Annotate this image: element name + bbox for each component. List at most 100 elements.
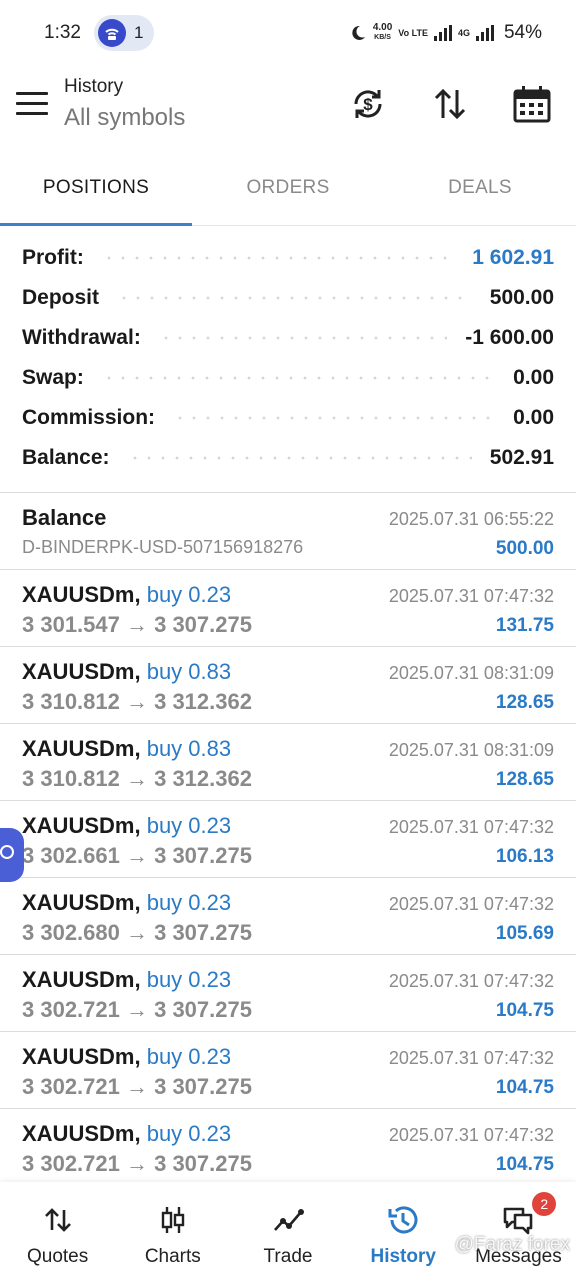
notification-count: 1 — [134, 23, 144, 42]
deal-prices: 3 310.812 → 3 312.362 — [22, 766, 252, 791]
nav-charts[interactable]: Charts — [115, 1182, 230, 1280]
entry-time: 2025.07.31 06:55:22 — [388, 509, 554, 529]
tab-deals[interactable]: DEALS — [384, 150, 576, 225]
deal-time: 2025.07.31 07:47:32 — [388, 971, 554, 991]
nav-label: Quotes — [26, 1246, 89, 1267]
entry-amount: 500.00 — [495, 538, 554, 559]
summary-profit: Profit: 1 602.91 — [0, 238, 576, 278]
deal-symbol: XAUUSDm, — [22, 1044, 141, 1069]
deal-prices: 3 310.812 → 3 312.362 — [22, 689, 252, 714]
summary-value: 0.00 — [503, 366, 554, 390]
deal-prices: 3 302.721 → 3 307.275 — [22, 1074, 252, 1099]
messages-badge: 2 — [532, 1192, 557, 1216]
summary-value: 0.00 — [503, 406, 554, 430]
currency-exchange-icon[interactable]: $ — [348, 84, 388, 124]
network-speed: 4.00 KB/S — [372, 22, 393, 42]
notification-pill[interactable]: 1 — [94, 15, 154, 51]
deal-side: buy 0.83 — [146, 736, 232, 761]
deal-side: buy 0.23 — [146, 813, 232, 838]
deal-profit: 104.75 — [495, 1000, 554, 1021]
tab-positions[interactable]: POSITIONS — [0, 150, 192, 226]
menu-icon[interactable] — [16, 92, 48, 118]
deal-side: buy 0.23 — [146, 582, 232, 607]
nav-label: Trade — [263, 1246, 313, 1267]
summary-label: Withdrawal: — [22, 326, 151, 350]
quotes-icon — [44, 1208, 71, 1232]
summary-value: 1 602.91 — [462, 246, 554, 270]
sort-icon[interactable] — [430, 84, 470, 124]
deal-row[interactable]: XAUUSDm, buy 0.83 3 310.812 → 3 312.362 … — [0, 724, 576, 801]
charts-icon — [161, 1207, 184, 1233]
deal-row[interactable]: XAUUSDm, buy 0.23 3 302.661 → 3 307.275 … — [0, 801, 576, 878]
deal-profit: 104.75 — [495, 1154, 554, 1175]
deal-row[interactable]: XAUUSDm, buy 0.23 3 302.721 → 3 307.275 … — [0, 1032, 576, 1109]
summary-value: -1 600.00 — [455, 326, 554, 350]
deal-profit: 105.69 — [495, 923, 554, 944]
status-bar: 1:32 1 4.00 KB/S Vo LTE 4G 54% — [0, 0, 576, 66]
deal-symbol: XAUUSDm, — [22, 736, 141, 761]
wifi-calling-icon — [98, 19, 126, 47]
page-title: History — [64, 76, 124, 97]
summary-label: Profit: — [22, 246, 94, 270]
deal-profit: 131.75 — [495, 615, 554, 636]
deal-profit: 128.65 — [495, 769, 554, 790]
summary-swap: Swap: 0.00 — [0, 358, 576, 398]
symbol-filter[interactable]: All symbols — [64, 104, 185, 132]
deal-prices: 3 302.661 → 3 307.275 — [22, 843, 252, 868]
nav-messages[interactable]: 2 Messages — [461, 1182, 576, 1280]
signal-icon-2 — [475, 25, 494, 41]
deal-side: buy 0.23 — [146, 967, 232, 992]
deal-symbol: XAUUSDm, — [22, 967, 141, 992]
deal-side: buy 0.23 — [146, 1121, 232, 1146]
history-icon — [388, 1206, 418, 1234]
summary-label: Commission: — [22, 406, 166, 430]
deal-profit: 106.13 — [495, 846, 554, 867]
deal-row[interactable]: XAUUSDm, buy 0.23 3 302.680 → 3 307.275 … — [0, 878, 576, 955]
deal-row[interactable]: XAUUSDm, buy 0.23 3 302.721 → 3 307.275 … — [0, 955, 576, 1032]
deal-prices: 3 302.680 → 3 307.275 — [22, 920, 252, 945]
deal-side: buy 0.83 — [146, 659, 232, 684]
nav-trade[interactable]: Trade — [230, 1182, 345, 1280]
deal-prices: 3 302.721 → 3 307.275 — [22, 997, 252, 1022]
status-indicators: 4.00 KB/S Vo LTE 4G 54% — [349, 20, 542, 46]
entry-title: Balance — [22, 505, 107, 530]
svg-text:$: $ — [363, 95, 373, 114]
history-tabs: POSITIONS ORDERS DEALS — [0, 150, 576, 226]
deal-time: 2025.07.31 08:31:09 — [388, 663, 554, 683]
summary-commission: Commission: 0.00 — [0, 398, 576, 438]
deal-row[interactable]: XAUUSDm, buy 0.23 3 302.721 → 3 307.275 … — [0, 1109, 576, 1186]
deal-time: 2025.07.31 07:47:32 — [388, 586, 554, 606]
deal-symbol: XAUUSDm, — [22, 1121, 141, 1146]
deal-row[interactable]: XAUUSDm, buy 0.23 3 301.547 → 3 307.275 … — [0, 570, 576, 647]
deal-symbol: XAUUSDm, — [22, 659, 141, 684]
summary-value: 502.91 — [479, 446, 554, 470]
deal-row[interactable]: XAUUSDm, buy 0.83 3 310.812 → 3 312.362 … — [0, 647, 576, 724]
summary-label: Swap: — [22, 366, 94, 390]
trade-icon — [274, 1209, 304, 1231]
nav-label: Charts — [144, 1246, 201, 1267]
messages-icon — [504, 1207, 533, 1235]
deal-symbol: XAUUSDm, — [22, 813, 141, 838]
signal-icon — [433, 25, 452, 41]
deal-profit: 128.65 — [495, 692, 554, 713]
tab-orders[interactable]: ORDERS — [192, 150, 384, 225]
deal-time: 2025.07.31 07:47:32 — [388, 1125, 554, 1145]
history-summary: Profit: 1 602.91 Deposit 500.00 Withdraw… — [0, 238, 576, 478]
deal-symbol: XAUUSDm, — [22, 890, 141, 915]
assistant-icon — [0, 845, 14, 859]
network-type: 4G — [457, 28, 470, 38]
moon-icon — [352, 25, 365, 40]
calendar-icon[interactable] — [512, 84, 552, 124]
bottom-navigation: Quotes Charts Trade History 2 Messages — [0, 1182, 576, 1280]
deal-time: 2025.07.31 07:47:32 — [388, 817, 554, 837]
summary-deposit: Deposit 500.00 — [0, 278, 576, 318]
deal-prices: 3 302.721 → 3 307.275 — [22, 1151, 252, 1176]
deal-profit: 104.75 — [495, 1077, 554, 1098]
nav-quotes[interactable]: Quotes — [0, 1182, 115, 1280]
deal-side: buy 0.23 — [146, 1044, 232, 1069]
nav-history[interactable]: History — [346, 1182, 461, 1280]
balance-entry[interactable]: Balance D-BINDERPK-USD-507156918276 2025… — [0, 493, 576, 570]
floating-assistant-button[interactable] — [0, 828, 24, 882]
summary-balance: Balance: 502.91 — [0, 438, 576, 478]
battery-level: 54% — [503, 22, 542, 43]
